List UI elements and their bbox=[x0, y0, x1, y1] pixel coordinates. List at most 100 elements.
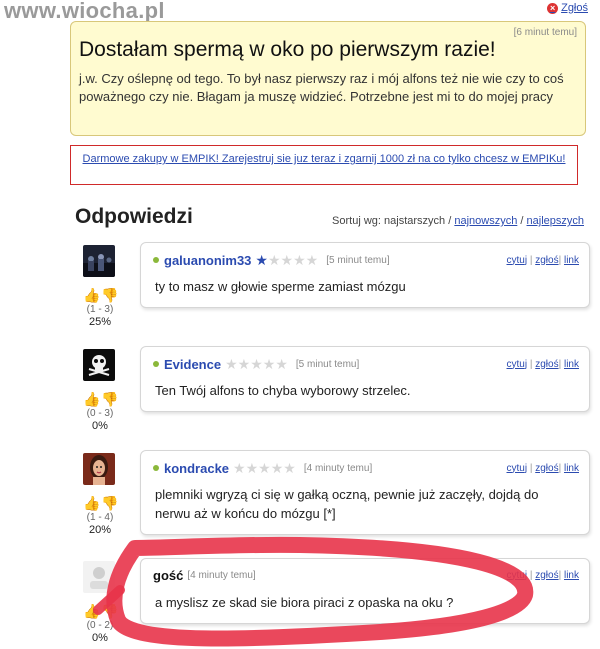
sort-newest-link[interactable]: najnowszych bbox=[454, 215, 517, 227]
quote-link[interactable]: cytuj bbox=[507, 570, 528, 581]
permalink-link[interactable]: link bbox=[564, 570, 579, 581]
thumb-down-icon[interactable]: 👎 bbox=[101, 495, 118, 511]
vote-box: 👍 👎 (1 - 4) 20% bbox=[80, 495, 120, 536]
thumb-down-icon[interactable]: 👎 bbox=[101, 391, 118, 407]
answer-author[interactable]: galuanonim33 bbox=[164, 253, 251, 268]
question-body: j.w. Czy oślepnę od tego. To był nasz pi… bbox=[79, 71, 564, 105]
sort-current: najstarszych bbox=[384, 215, 446, 227]
answer-text: plemniki wgryzą ci się w gałką oczną, pe… bbox=[155, 487, 539, 521]
answer-actions: cytuj | zgłoś| link bbox=[507, 570, 580, 581]
answers-title: Odpowiedzi bbox=[75, 205, 193, 228]
answer-time: [5 minut temu] bbox=[295, 358, 360, 370]
answer-actions: cytuj | zgłoś| link bbox=[507, 359, 580, 370]
thumb-up-icon[interactable]: 👍 bbox=[83, 287, 100, 303]
action-separator: | bbox=[558, 254, 562, 266]
answer-author[interactable]: kondracke bbox=[164, 461, 229, 476]
answer-bubble: gość [4 minuty temu] cytuj | zgłoś| link… bbox=[140, 558, 590, 624]
action-separator: | bbox=[558, 358, 562, 370]
guest-placeholder-avatar bbox=[83, 561, 115, 593]
answer-author[interactable]: Evidence bbox=[164, 357, 221, 372]
quote-link[interactable]: cytuj bbox=[507, 359, 528, 370]
permalink-link[interactable]: link bbox=[564, 255, 579, 266]
sort-separator: / bbox=[448, 215, 452, 227]
report-link[interactable]: zgłoś bbox=[535, 463, 558, 474]
online-status-dot bbox=[153, 257, 159, 263]
answer-author: gość bbox=[153, 567, 184, 583]
sort-separator: / bbox=[520, 215, 524, 227]
report-link[interactable]: zgłoś bbox=[535, 255, 558, 266]
vote-counts: (1 - 3) bbox=[86, 304, 114, 315]
action-separator: | bbox=[529, 569, 533, 581]
rank-stars: ★ ★ ★ ★ ★ bbox=[225, 357, 288, 371]
star-icon: ★ bbox=[225, 356, 238, 372]
sort-label: Sortuj wg: bbox=[332, 215, 381, 227]
thumb-down-icon[interactable]: 👎 bbox=[101, 287, 118, 303]
star-icon: ★ bbox=[233, 460, 246, 476]
vote-box: 👍 👎 (0 - 2) 0% bbox=[80, 603, 120, 644]
star-icon: ★ bbox=[250, 356, 263, 372]
answer-actions: cytuj | zgłoś| link bbox=[507, 255, 580, 266]
star-icon: ★ bbox=[283, 460, 296, 476]
answer-bubble: Evidence ★ ★ ★ ★ ★ [5 minut temu] cytuj | zg… bbox=[140, 346, 590, 412]
thumb-up-icon[interactable]: 👍 bbox=[83, 603, 100, 619]
vote-counts: (1 - 4) bbox=[86, 512, 114, 523]
star-icon: ★ bbox=[293, 252, 306, 268]
thumb-up-icon[interactable]: 👍 bbox=[83, 391, 100, 407]
rank-stars: ★ ★ ★ ★ ★ bbox=[255, 253, 318, 267]
quote-link[interactable]: cytuj bbox=[507, 255, 528, 266]
report-question-link[interactable]: × Zgłoś bbox=[547, 2, 588, 14]
permalink-link[interactable]: link bbox=[564, 359, 579, 370]
answer-item: 👍 👎 (1 - 3) 25% galuanonim33 ★ ★ ★ ★ ★ [5 mi… bbox=[80, 242, 592, 332]
star-icon: ★ bbox=[262, 356, 276, 372]
sort-best-link[interactable]: najlepszych bbox=[527, 215, 584, 227]
thumb-down-icon[interactable]: 👎 bbox=[101, 603, 118, 619]
star-icon: ★ bbox=[270, 460, 284, 476]
answer-item: 👍 👎 (0 - 3) 0% Evidence ★ ★ ★ ★ ★ [5 minut t… bbox=[80, 346, 592, 441]
question-title: Dostałam spermą w oko po pierwszym razie… bbox=[79, 38, 496, 61]
star-icon: ★ bbox=[275, 356, 288, 372]
answer-item: 👍 👎 (1 - 4) 20% kondracke ★ ★ ★ ★ ★ [4 minut… bbox=[80, 450, 592, 550]
star-icon: ★ bbox=[267, 252, 281, 268]
vote-percent: 25% bbox=[88, 316, 112, 328]
answer-time: [5 minut temu] bbox=[326, 254, 390, 266]
answer-time: [4 minuty temu] bbox=[303, 462, 373, 474]
answer-actions: cytuj | zgłoś| link bbox=[507, 463, 580, 474]
rank-stars: ★ ★ ★ ★ ★ bbox=[233, 461, 296, 475]
answer-text: ty to masz w głowie sperme zamiast mózgu bbox=[155, 279, 406, 294]
vote-percent: 0% bbox=[92, 632, 108, 644]
top-bar: www.wiocha.pl × Zgłoś bbox=[0, 0, 600, 23]
woman-portrait-avatar[interactable] bbox=[83, 453, 115, 485]
dark-crowd-avatar[interactable] bbox=[83, 245, 115, 277]
action-separator: | bbox=[529, 254, 533, 266]
report-label: Zgłoś bbox=[561, 2, 588, 14]
vote-box: 👍 👎 (1 - 3) 25% bbox=[80, 287, 120, 328]
vote-percent: 0% bbox=[92, 420, 108, 432]
report-link[interactable]: zgłoś bbox=[535, 359, 558, 370]
answer-item: 👍 👎 (0 - 2) 0% gość [4 minuty temu] cytu… bbox=[80, 558, 592, 648]
action-separator: | bbox=[529, 462, 533, 474]
answer-text: Ten Twój alfons to chyba wyborowy strzel… bbox=[155, 383, 411, 398]
thumb-up-icon[interactable]: 👍 bbox=[83, 495, 100, 511]
vote-counts: (0 - 3) bbox=[86, 408, 114, 419]
ad-link[interactable]: Darmowe zakupy w EMPIK! Zarejestruj sie … bbox=[83, 153, 566, 165]
permalink-link[interactable]: link bbox=[564, 463, 579, 474]
online-status-dot bbox=[153, 361, 159, 367]
answer-bubble: kondracke ★ ★ ★ ★ ★ [4 minuty temu] cytuj | … bbox=[140, 450, 590, 535]
action-separator: | bbox=[558, 462, 562, 474]
star-icon: ★ bbox=[237, 356, 251, 372]
vote-percent: 20% bbox=[88, 524, 112, 536]
report-link[interactable]: zgłoś bbox=[535, 570, 558, 581]
answer-time: [4 minuty temu] bbox=[187, 569, 256, 581]
answer-text: a myslisz ze skad sie biora piraci z opa… bbox=[155, 595, 454, 610]
action-separator: | bbox=[529, 358, 533, 370]
vote-box: 👍 👎 (0 - 3) 0% bbox=[80, 391, 120, 432]
answer-bubble: galuanonim33 ★ ★ ★ ★ ★ [5 minut temu] cytuj … bbox=[140, 242, 590, 308]
sort-bar: Sortuj wg: najstarszych / najnowszych / … bbox=[332, 215, 584, 227]
question-box: [6 minut temu] Dostałam spermą w oko po … bbox=[70, 21, 586, 136]
quote-link[interactable]: cytuj bbox=[507, 463, 528, 474]
star-icon: ★ bbox=[305, 252, 319, 268]
ad-banner: Darmowe zakupy w EMPIK! Zarejestruj sie … bbox=[70, 145, 578, 185]
skull-avatar[interactable] bbox=[83, 349, 115, 381]
online-status-dot bbox=[153, 465, 159, 471]
close-circle-icon: × bbox=[547, 2, 559, 14]
